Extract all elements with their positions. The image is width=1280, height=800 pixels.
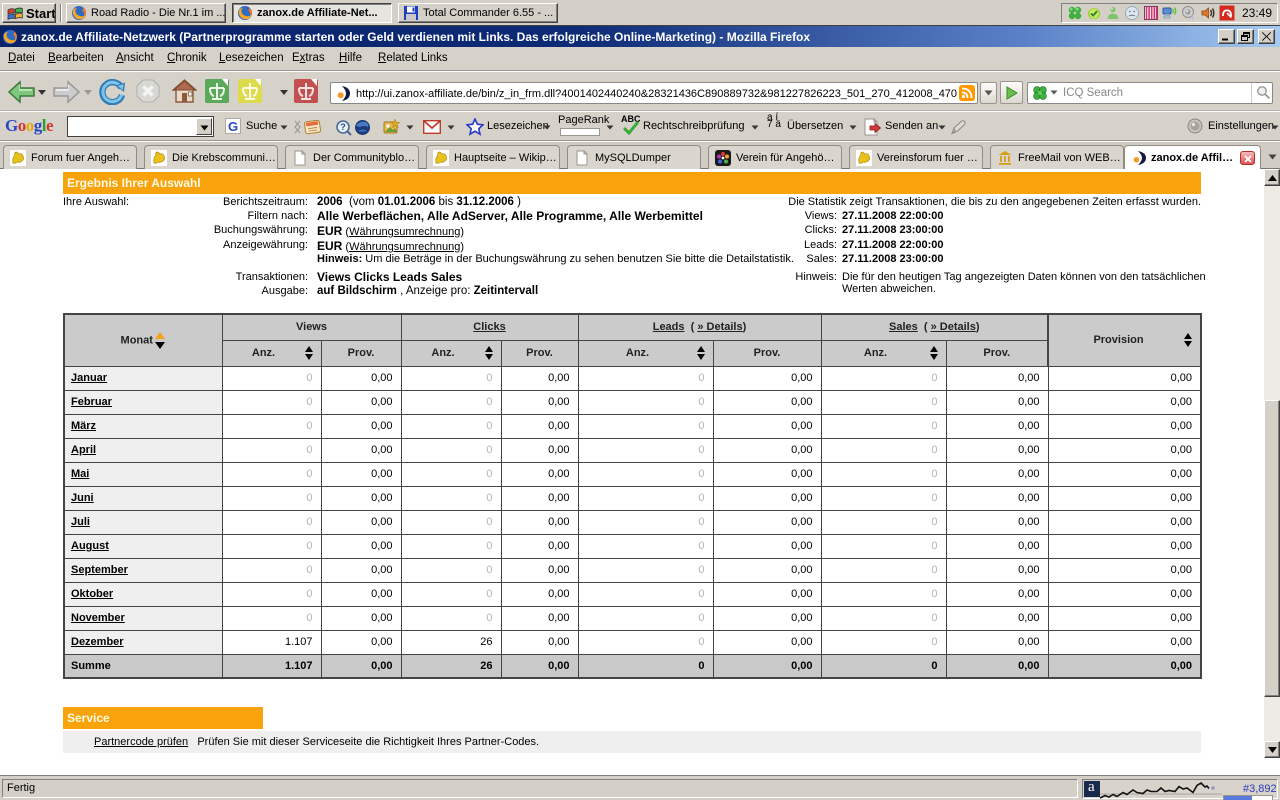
svg-text:?: ? bbox=[340, 122, 346, 132]
